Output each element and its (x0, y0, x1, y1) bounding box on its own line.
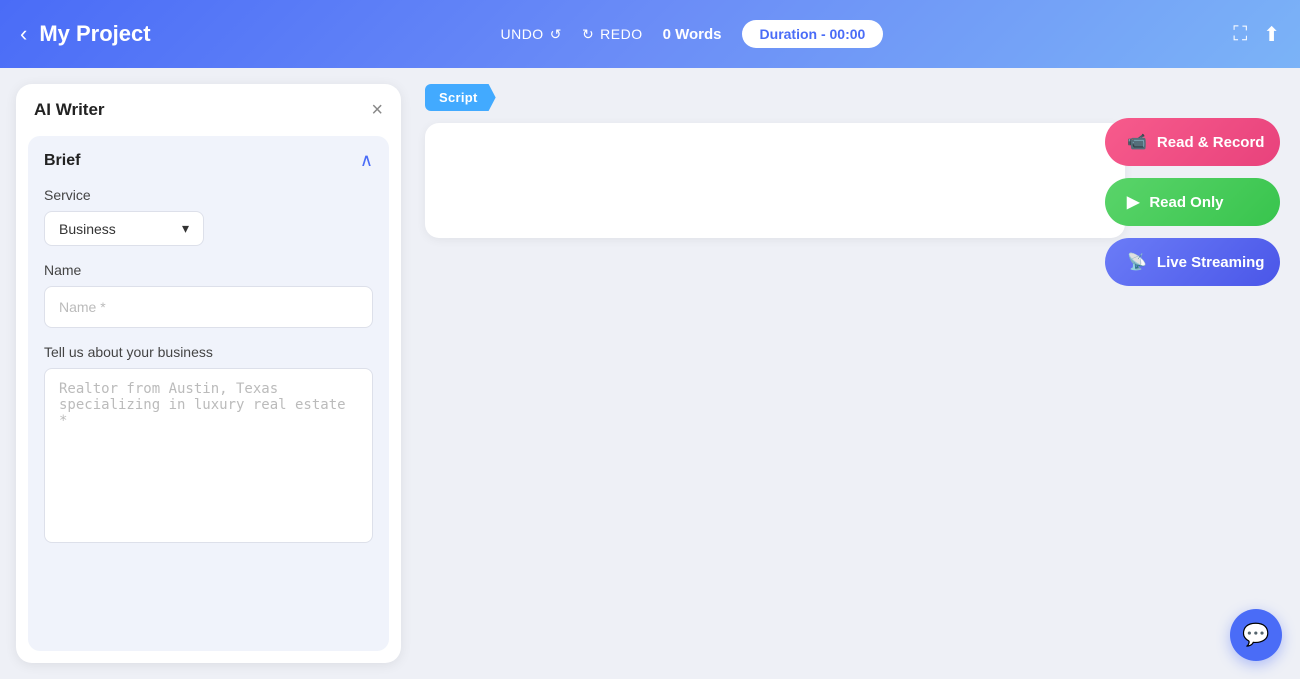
header: ‹ My Project UNDO ↺ ↻ REDO 0 Words Durat… (0, 0, 1300, 68)
back-button[interactable]: ‹ (20, 23, 27, 45)
live-streaming-label: Live Streaming (1157, 254, 1265, 271)
service-value: Business (59, 221, 116, 237)
header-center: UNDO ↺ ↻ REDO 0 Words Duration - 00:00 (500, 20, 883, 48)
header-right: ⛶ ⬆ (1233, 22, 1280, 47)
read-record-button[interactable]: 📹 Read & Record (1105, 118, 1280, 166)
ai-writer-panel: AI Writer × Brief ∧ Service Business ▾ N… (16, 84, 401, 663)
service-select[interactable]: Business ▾ (44, 211, 204, 246)
project-title: My Project (39, 21, 150, 47)
redo-icon: ↻ (582, 26, 594, 43)
fullscreen-button[interactable]: ⛶ (1233, 23, 1247, 46)
read-record-label: Read & Record (1157, 134, 1265, 151)
redo-label: REDO (600, 26, 642, 42)
read-only-button[interactable]: ▶ Read Only (1105, 178, 1280, 226)
read-record-icon: 📹 (1127, 132, 1147, 152)
script-tag: Script (425, 84, 496, 111)
name-group: Name (44, 262, 373, 328)
service-label: Service (44, 187, 373, 203)
script-content-box[interactable] (425, 123, 1125, 238)
business-description-label: Tell us about your business (44, 344, 373, 360)
ai-writer-header: AI Writer × (16, 84, 401, 136)
undo-label: UNDO (500, 26, 543, 42)
name-input[interactable] (44, 286, 373, 328)
header-left: ‹ My Project (20, 21, 151, 47)
dropdown-icon: ▾ (182, 220, 189, 237)
main-area: AI Writer × Brief ∧ Service Business ▾ N… (0, 68, 1300, 679)
ai-writer-close-button[interactable]: × (371, 100, 383, 120)
duration-badge: Duration - 00:00 (742, 20, 884, 48)
brief-header: Brief ∧ (44, 150, 373, 171)
undo-icon: ↺ (550, 26, 562, 43)
brief-title: Brief (44, 152, 80, 170)
share-button[interactable]: ⬆ (1263, 22, 1280, 47)
right-panel: 📹 Read & Record ▶ Read Only 📡 Live Strea… (1105, 118, 1280, 286)
service-group: Service Business ▾ (44, 187, 373, 246)
live-streaming-icon: 📡 (1127, 252, 1147, 272)
brief-collapse-button[interactable]: ∧ (360, 150, 373, 171)
business-description-textarea[interactable] (44, 368, 373, 543)
read-only-icon: ▶ (1127, 192, 1139, 212)
business-description-group: Tell us about your business (44, 344, 373, 548)
chat-icon: 💬 (1242, 622, 1269, 648)
redo-button[interactable]: ↻ REDO (582, 26, 643, 43)
brief-section: Brief ∧ Service Business ▾ Name Tell us … (28, 136, 389, 651)
read-only-label: Read Only (1149, 194, 1223, 211)
name-label: Name (44, 262, 373, 278)
live-streaming-button[interactable]: 📡 Live Streaming (1105, 238, 1280, 286)
words-count: 0 Words (663, 26, 722, 43)
ai-writer-title: AI Writer (34, 100, 105, 120)
chat-bubble-button[interactable]: 💬 (1230, 609, 1282, 661)
undo-button[interactable]: UNDO ↺ (500, 26, 561, 43)
